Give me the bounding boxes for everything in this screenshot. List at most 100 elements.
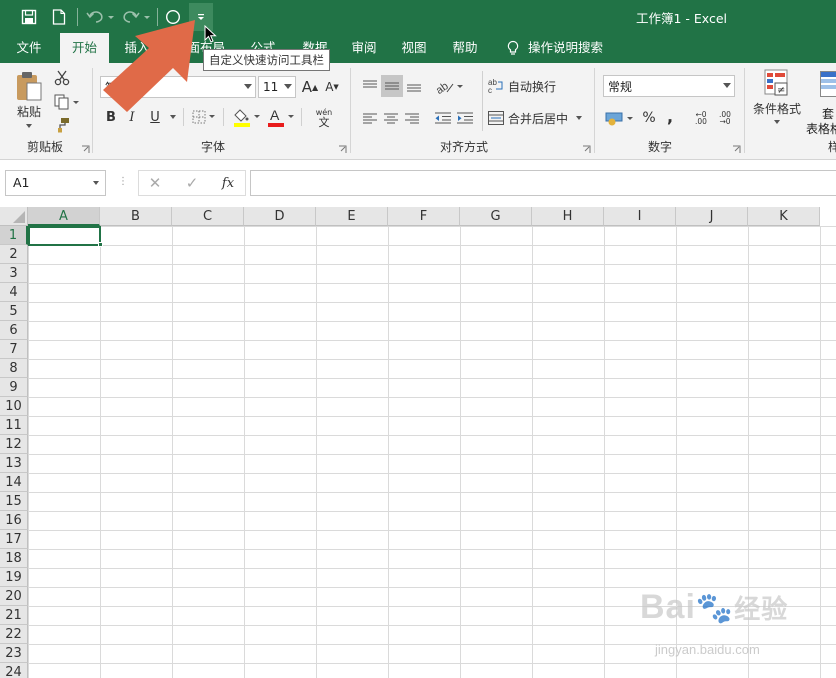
row-header-23[interactable]: 23 (0, 644, 28, 663)
tab-view[interactable]: 视图 (391, 33, 437, 63)
font-size-combo[interactable]: 11 (258, 76, 296, 98)
decrease-indent-button[interactable] (433, 107, 453, 129)
column-header-h[interactable]: H (532, 207, 604, 226)
row-header-9[interactable]: 9 (0, 378, 28, 397)
format-as-table-icon[interactable] (820, 71, 836, 97)
column-header-i[interactable]: I (604, 207, 676, 226)
tell-me-search[interactable]: 操作说明搜索 (528, 33, 612, 63)
row-header-5[interactable]: 5 (0, 302, 28, 321)
column-header-d[interactable]: D (244, 207, 316, 226)
column-header-k[interactable]: K (748, 207, 820, 226)
orientation-button[interactable]: ab (434, 75, 466, 97)
wrap-text-icon: abc (488, 78, 503, 94)
row-header-15[interactable]: 15 (0, 492, 28, 511)
number-group-label: 数字 (647, 140, 672, 154)
wrap-text-button[interactable]: ab c 自动换行 (488, 75, 560, 97)
row-header-12[interactable]: 12 (0, 435, 28, 454)
chevron-down-icon (576, 116, 583, 120)
text-orientation-icon: ab (435, 80, 463, 94)
decrease-decimal-button[interactable]: .00 →0 (714, 107, 736, 129)
column-header-c[interactable]: C (172, 207, 244, 226)
row-header-1[interactable]: 1 (0, 226, 28, 245)
alignment-group-label: 对齐方式 (439, 140, 488, 154)
formula-input[interactable] (250, 170, 836, 196)
row-header-2[interactable]: 2 (0, 245, 28, 264)
row-header-7[interactable]: 7 (0, 340, 28, 359)
column-header-b[interactable]: B (100, 207, 172, 226)
formula-bar-grip-icon[interactable]: ⋮ (118, 176, 128, 187)
dialog-launcher-icon[interactable] (338, 145, 347, 154)
watermark-url: jingyan.baidu.com (655, 642, 760, 657)
align-top-button[interactable] (360, 75, 380, 97)
row-header-3[interactable]: 3 (0, 264, 28, 283)
row-header-19[interactable]: 19 (0, 568, 28, 587)
divider (223, 108, 224, 126)
column-header-a[interactable]: A (28, 207, 100, 226)
tab-review[interactable]: 审阅 (341, 33, 387, 63)
mouse-cursor-icon (204, 25, 217, 43)
row-header-18[interactable]: 18 (0, 549, 28, 568)
tab-file[interactable]: 文件 (6, 33, 52, 63)
select-all-corner[interactable] (0, 207, 28, 226)
row-header-20[interactable]: 20 (0, 587, 28, 606)
dialog-launcher-icon[interactable] (732, 145, 741, 154)
copy-icon[interactable] (52, 92, 82, 112)
watermark-brand: Bai🐾经验 (640, 588, 788, 627)
align-right-button[interactable] (402, 107, 422, 129)
row-header-22[interactable]: 22 (0, 625, 28, 644)
save-icon[interactable] (16, 4, 42, 30)
new-file-icon[interactable] (46, 4, 72, 30)
row-header-11[interactable]: 11 (0, 416, 28, 435)
shrink-font-label: A (325, 80, 334, 94)
paste-button[interactable]: 粘贴 (12, 69, 46, 129)
increase-indent-button[interactable] (455, 107, 475, 129)
dialog-launcher-icon[interactable] (81, 145, 90, 154)
increase-font-size-button[interactable]: A ▲ (300, 76, 320, 98)
align-left-button[interactable] (360, 107, 380, 129)
accounting-format-button[interactable] (604, 107, 636, 129)
row-header-6[interactable]: 6 (0, 321, 28, 340)
format-painter-icon[interactable] (52, 115, 72, 135)
row-header-21[interactable]: 21 (0, 606, 28, 625)
align-middle-button[interactable] (381, 75, 403, 97)
merge-center-button[interactable]: 合并后居中 (488, 107, 586, 129)
row-header-24[interactable]: 24 (0, 663, 28, 678)
lightbulb-icon (506, 40, 520, 59)
currency-icon (605, 112, 633, 126)
row-header-16[interactable]: 16 (0, 511, 28, 530)
increase-decimal-button[interactable]: ←0 .00 (690, 107, 712, 129)
column-header-f[interactable]: F (388, 207, 460, 226)
align-left-icon (363, 113, 377, 124)
row-header-8[interactable]: 8 (0, 359, 28, 378)
conditional-formatting-button[interactable]: ≠ 条件格式 (748, 68, 806, 134)
insert-function-button[interactable]: fx (216, 172, 240, 194)
row-header-4[interactable]: 4 (0, 283, 28, 302)
row-header-14[interactable]: 14 (0, 473, 28, 492)
row-header-10[interactable]: 10 (0, 397, 28, 416)
align-bottom-icon (407, 84, 421, 92)
tab-help[interactable]: 帮助 (442, 33, 488, 63)
group-separator (92, 68, 93, 153)
decrease-font-size-button[interactable]: A ▼ (322, 76, 342, 98)
window-title: 工作簿1 - Excel (636, 11, 728, 26)
phonetic-guide-button[interactable]: wén 文 (307, 105, 341, 131)
cancel-icon[interactable]: ✕ (143, 172, 167, 194)
align-center-button[interactable] (381, 107, 401, 129)
column-header-j[interactable]: J (676, 207, 748, 226)
active-cell-a1[interactable] (28, 226, 101, 246)
name-box[interactable]: A1 (5, 170, 106, 196)
dialog-launcher-icon[interactable] (582, 145, 591, 154)
enter-check-icon[interactable]: ✓ (180, 172, 204, 194)
column-header-g[interactable]: G (460, 207, 532, 226)
comma-style-button[interactable]: , (662, 105, 678, 127)
column-header-e[interactable]: E (316, 207, 388, 226)
fill-handle[interactable] (98, 242, 103, 247)
cut-icon[interactable] (52, 68, 72, 88)
number-format-combo[interactable]: 常规 (603, 75, 735, 97)
align-bottom-button[interactable] (404, 75, 424, 97)
percent-style-button[interactable]: % (640, 107, 658, 129)
row-header-13[interactable]: 13 (0, 454, 28, 473)
row-header-17[interactable]: 17 (0, 530, 28, 549)
font-color-button[interactable]: A (264, 105, 296, 129)
fill-color-button[interactable] (230, 105, 262, 129)
